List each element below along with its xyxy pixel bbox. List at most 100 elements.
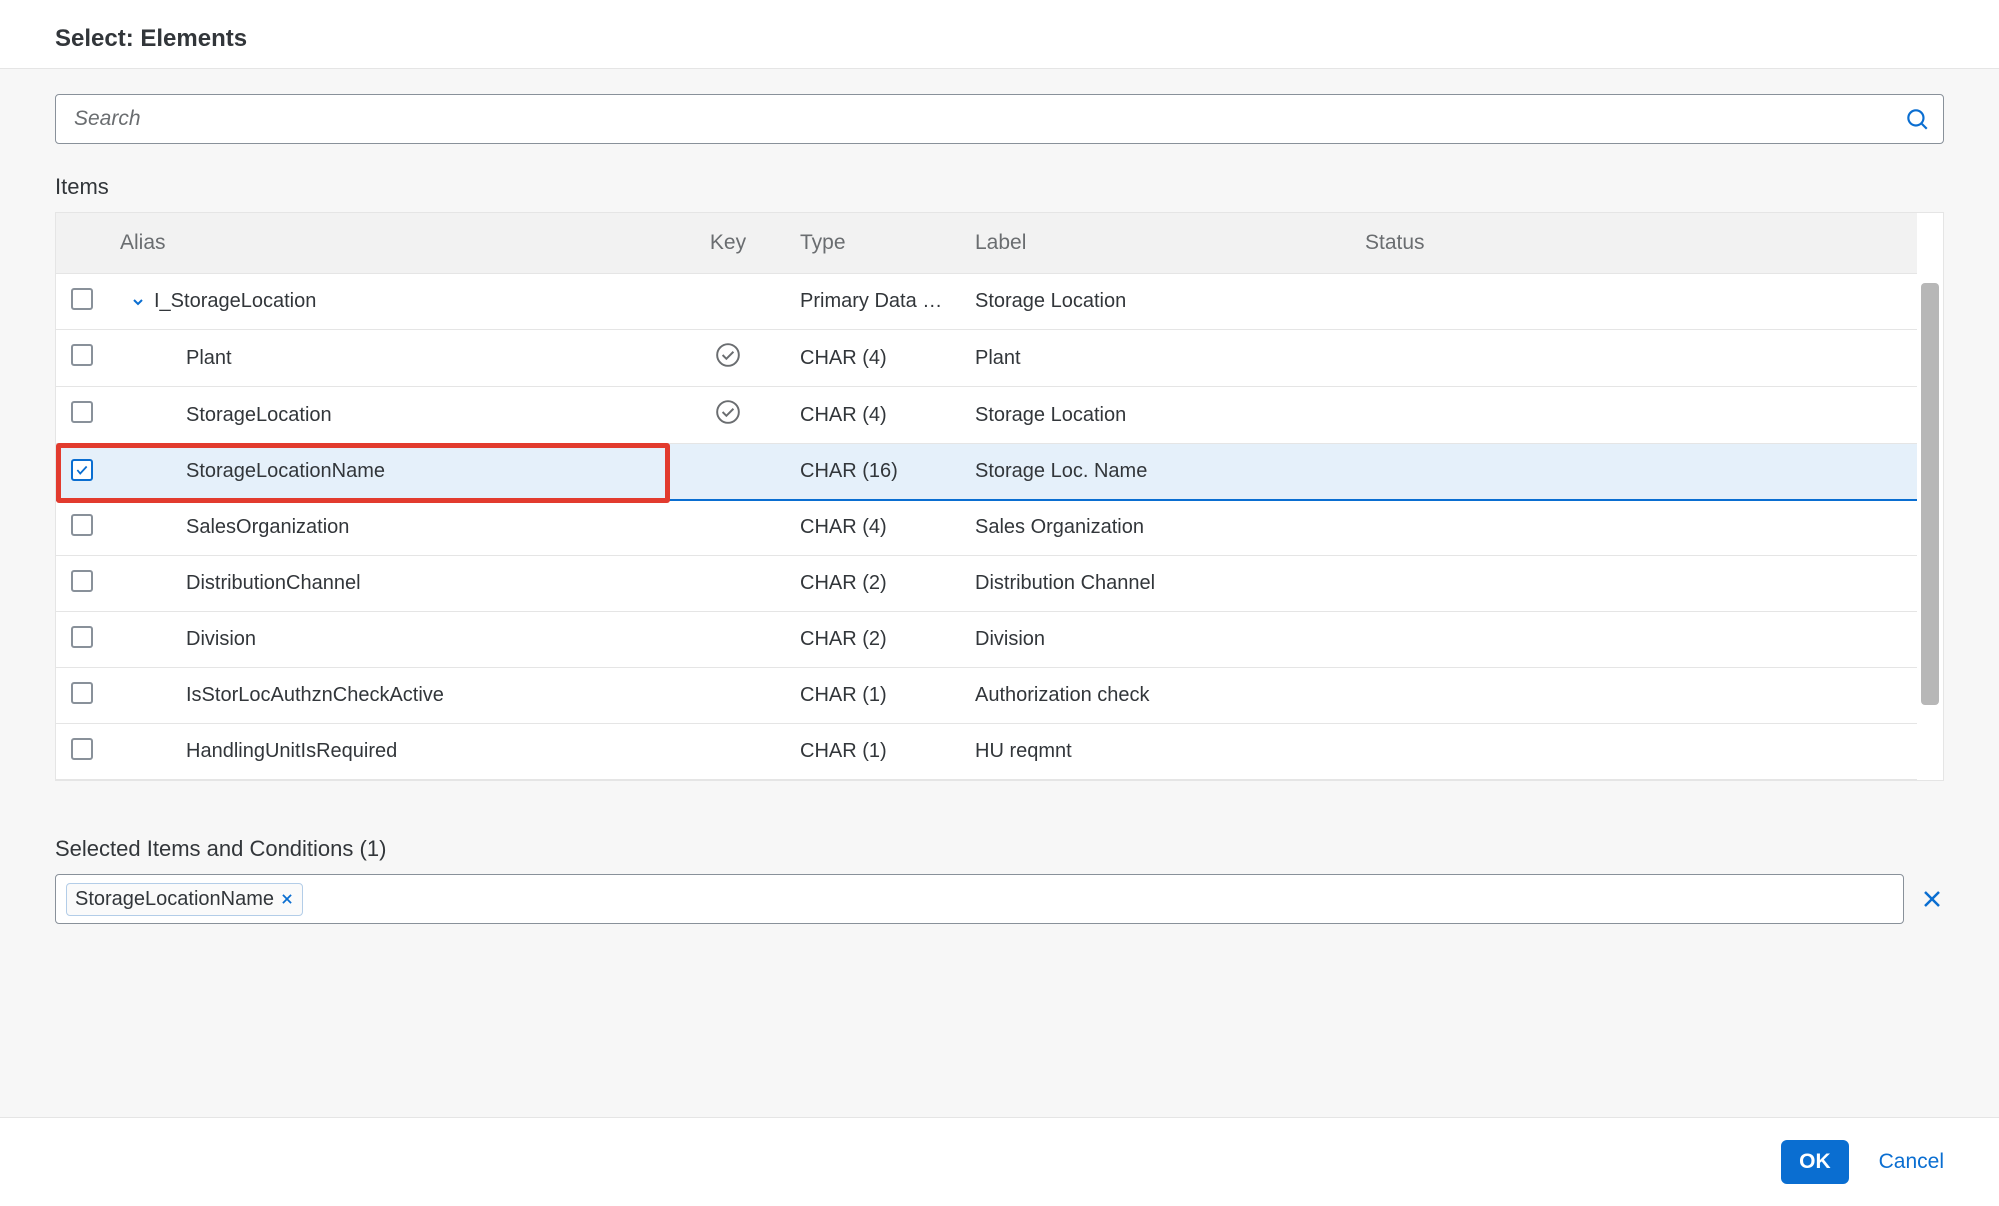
alias-text: StorageLocationName [186,460,385,483]
status-cell [1353,274,1917,330]
search-icon[interactable] [1904,106,1930,132]
ok-button[interactable]: OK [1781,1140,1849,1184]
alias-text: I_StorageLocation [154,290,316,313]
row-checkbox-cell [56,612,108,668]
items-table-wrap: Alias Key Type Label Status I_StorageLoc… [55,212,1944,781]
select-elements-dialog: Select: Elements Items Alias Key Type [0,0,1999,1206]
type-cell: CHAR (16) [788,444,963,500]
row-checkbox[interactable] [71,626,93,648]
key-cell [668,387,788,444]
status-cell [1353,500,1917,556]
dialog-content: Items Alias Key Type Label Status I_S [0,68,1999,1117]
alias-text: IsStorLocAuthznCheckActive [186,684,444,707]
type-cell: Primary Data S... [788,274,963,330]
key-cell [668,330,788,387]
status-cell [1353,612,1917,668]
row-checkbox[interactable] [71,514,93,536]
key-check-icon [715,399,741,425]
table-row[interactable]: StorageLocation CHAR (4)Storage Location [56,387,1917,444]
row-checkbox[interactable] [71,288,93,310]
search-input[interactable] [55,94,1944,144]
selected-token[interactable]: StorageLocationName [66,883,303,916]
alias-cell: IsStorLocAuthznCheckActive [108,668,668,724]
row-checkbox[interactable] [71,682,93,704]
items-section-title: Items [55,174,1944,200]
row-checkbox[interactable] [71,401,93,423]
label-cell: Plant [963,330,1353,387]
alias-cell: Division [108,612,668,668]
row-checkbox-cell [56,724,108,780]
col-header-status[interactable]: Status [1353,213,1917,274]
table-header-row: Alias Key Type Label Status [56,213,1917,274]
alias-text: StorageLocation [186,404,332,427]
row-checkbox[interactable] [71,459,93,481]
key-cell [668,500,788,556]
status-cell [1353,668,1917,724]
table-row[interactable]: DistributionChannelCHAR (2)Distribution … [56,556,1917,612]
table-row[interactable]: IsStorLocAuthznCheckActiveCHAR (1)Author… [56,668,1917,724]
search-field-wrap [55,94,1944,144]
table-row[interactable]: PlantCHAR (4)Plant [56,330,1917,387]
alias-text: Division [186,628,256,651]
label-cell: Distribution Channel [963,556,1353,612]
alias-cell: SalesOrganization [108,500,668,556]
type-cell: CHAR (4) [788,500,963,556]
col-header-type[interactable]: Type [788,213,963,274]
alias-text: Plant [186,347,232,370]
type-cell: CHAR (4) [788,330,963,387]
status-cell [1353,724,1917,780]
col-header-checkbox [56,213,108,274]
label-cell: Authorization check [963,668,1353,724]
label-cell: Storage Location [963,274,1353,330]
alias-cell: DistributionChannel [108,556,668,612]
table-row[interactable]: SalesOrganization CHAR (4)Sales Organizat… [56,500,1917,556]
token-remove-icon[interactable] [280,892,294,906]
status-cell [1353,444,1917,500]
label-cell: HU reqmnt [963,724,1353,780]
key-cell [668,612,788,668]
table-row[interactable]: DivisionCHAR (2)Division [56,612,1917,668]
row-checkbox-cell [56,274,108,330]
table-row[interactable]: I_StorageLocation Primary Data S...Storag… [56,274,1917,330]
table-row[interactable]: StorageLocationName CHAR (16)Storage Loc.… [56,444,1917,500]
alias-cell: StorageLocation [108,387,668,444]
row-checkbox[interactable] [71,738,93,760]
col-header-key[interactable]: Key [668,213,788,274]
label-cell: Sales Organization [963,500,1353,556]
dialog-footer: OK Cancel [0,1117,1999,1206]
scrollbar[interactable] [1921,283,1939,705]
chevron-down-icon[interactable] [130,294,146,310]
alias-text: SalesOrganization [186,516,349,539]
clear-all-icon[interactable] [1920,887,1944,911]
key-cell [668,556,788,612]
row-checkbox[interactable] [71,570,93,592]
row-checkbox-cell [56,556,108,612]
type-cell: CHAR (4) [788,387,963,444]
table-row[interactable]: HandlingUnitIsRequiredCHAR (1)HU reqmnt [56,724,1917,780]
status-cell [1353,556,1917,612]
row-checkbox-cell [56,668,108,724]
selected-bar: StorageLocationName [55,874,1944,924]
dialog-title: Select: Elements [0,0,1999,68]
status-cell [1353,330,1917,387]
scroll-thumb[interactable] [1921,283,1939,705]
alias-cell: HandlingUnitIsRequired [108,724,668,780]
token-label: StorageLocationName [75,888,274,911]
row-checkbox[interactable] [71,344,93,366]
label-cell: Storage Location [963,387,1353,444]
label-cell: Division [963,612,1353,668]
key-cell [668,668,788,724]
key-check-icon [715,342,741,368]
alias-cell: Plant [108,330,668,387]
selected-items-section: Selected Items and Conditions (1) Storag… [55,836,1944,924]
type-cell: CHAR (2) [788,612,963,668]
key-cell [668,444,788,500]
cancel-button[interactable]: Cancel [1879,1150,1944,1174]
label-cell: Storage Loc. Name [963,444,1353,500]
col-header-label[interactable]: Label [963,213,1353,274]
row-checkbox-cell [56,500,108,556]
selected-tokens-input[interactable]: StorageLocationName [55,874,1904,924]
key-cell [668,274,788,330]
alias-cell: I_StorageLocation [108,274,668,330]
col-header-alias[interactable]: Alias [108,213,668,274]
